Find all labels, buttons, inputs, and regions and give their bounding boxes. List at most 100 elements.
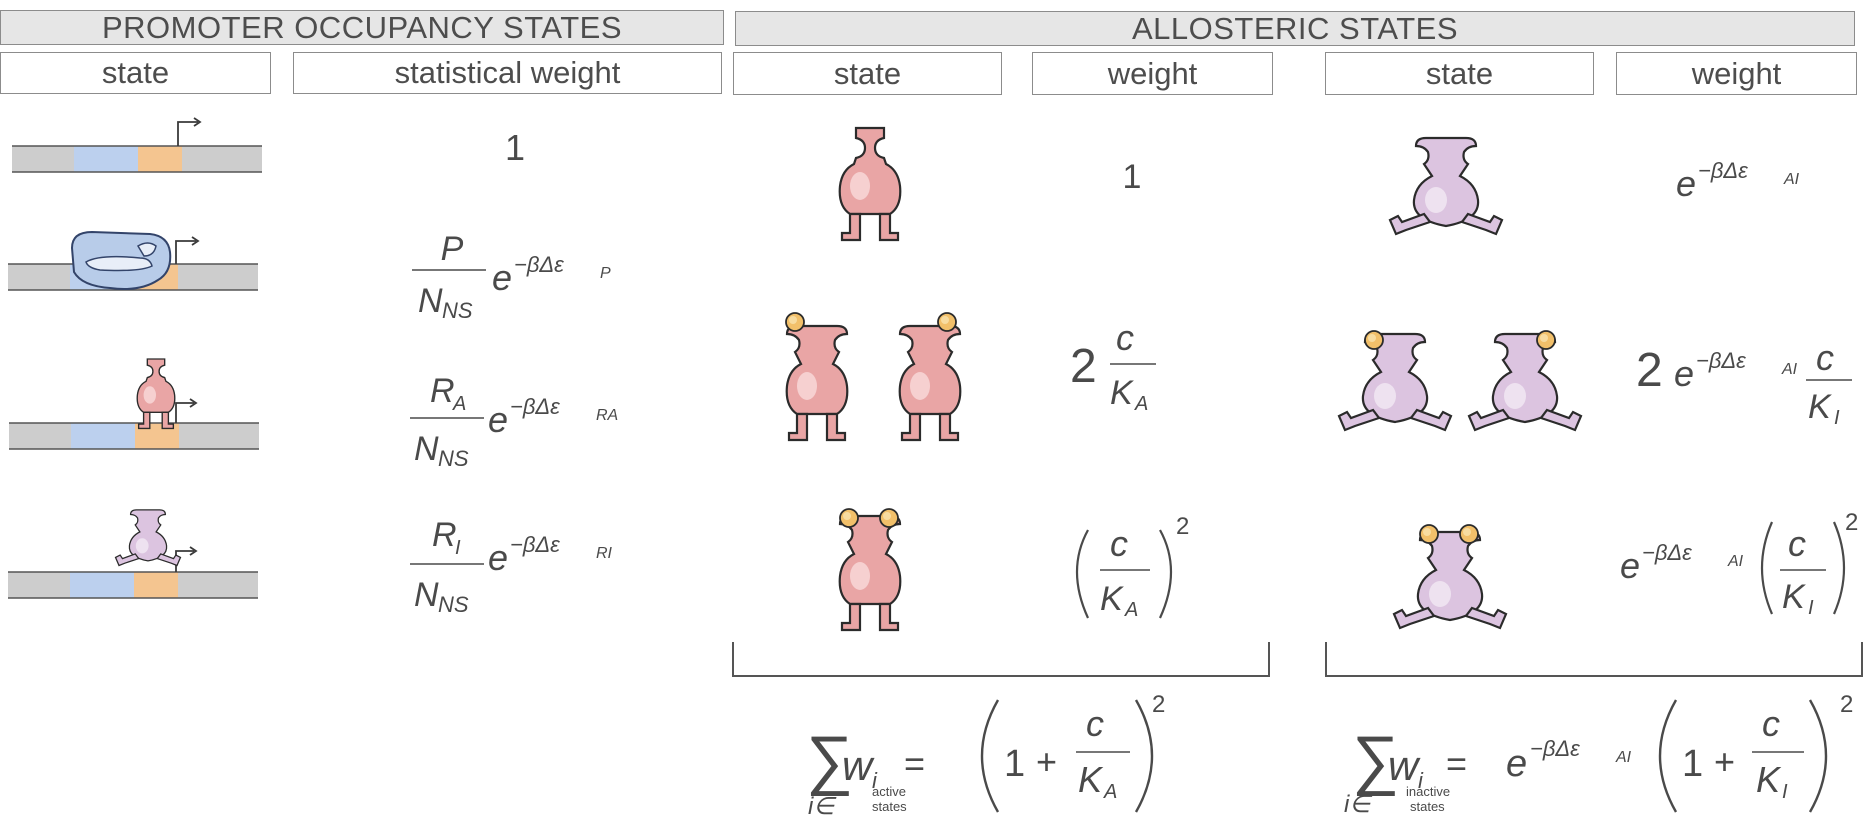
svg-text:c: c — [1116, 317, 1134, 358]
svg-text:P: P — [441, 230, 464, 268]
svg-text:e: e — [1676, 163, 1696, 204]
active-weight-2: 2 c K A — [1070, 317, 1156, 415]
active-sum-equation: ∑ w i = 1 + c K A 2 i∈ active states — [806, 691, 1165, 816]
promoter-state-empty — [11, 117, 263, 173]
svg-text:c: c — [1788, 523, 1806, 564]
svg-text:w: w — [1388, 742, 1421, 789]
inducer-icon — [1459, 524, 1479, 544]
svg-text:w: w — [842, 742, 875, 789]
promoter-state-active-repressor — [8, 358, 260, 450]
svg-text:2: 2 — [1845, 509, 1858, 536]
svg-text:2: 2 — [1840, 691, 1853, 718]
svg-text:K: K — [1100, 580, 1124, 618]
svg-text:active: active — [872, 784, 906, 799]
inactive-two-inducers — [1392, 524, 1508, 630]
svg-text:c: c — [1762, 703, 1780, 744]
svg-text:e: e — [1506, 743, 1527, 785]
svg-text:N: N — [414, 430, 439, 468]
svg-text:R: R — [432, 516, 457, 554]
svg-text:I: I — [1782, 781, 1788, 803]
svg-text:i∈: i∈ — [1344, 791, 1373, 816]
rnap-icon — [70, 230, 172, 290]
inactive-weight-1: e −βΔε AI — [1676, 158, 1800, 204]
svg-text:2: 2 — [1152, 691, 1165, 718]
promoter-state-inactive-repressor — [7, 509, 259, 599]
inactive-repressor-icon — [114, 509, 182, 567]
svg-text:+: + — [1714, 741, 1735, 782]
svg-text:2: 2 — [1070, 340, 1097, 393]
svg-text:K: K — [1078, 759, 1104, 800]
inducer-icon — [1536, 330, 1556, 350]
svg-text:−βΔε: −βΔε — [1696, 348, 1746, 373]
svg-text:P: P — [600, 265, 611, 282]
svg-text:c: c — [1110, 523, 1128, 564]
svg-text:I: I — [1834, 407, 1840, 429]
svg-text:−βΔε: −βΔε — [514, 252, 564, 277]
inactive-bracket — [1325, 642, 1863, 677]
svg-text:1: 1 — [1004, 743, 1025, 785]
svg-text:i∈: i∈ — [808, 793, 837, 816]
svg-text:I: I — [1808, 597, 1814, 619]
svg-text:AI: AI — [1783, 171, 1800, 188]
svg-text:=: = — [904, 743, 925, 784]
svg-text:1: 1 — [1682, 743, 1703, 785]
svg-text:states: states — [872, 799, 907, 814]
svg-text:e: e — [1620, 545, 1640, 586]
inducer-icon — [1364, 330, 1384, 350]
inactive-weight-3: e −βΔε AI c K I 2 — [1620, 509, 1858, 619]
active-bracket — [732, 642, 1270, 677]
inducer-icon — [1419, 524, 1439, 544]
svg-text:=: = — [1446, 743, 1467, 784]
active-repressor-icon — [136, 358, 176, 430]
inducer-icon — [839, 508, 859, 528]
svg-text:A: A — [1124, 599, 1138, 621]
svg-text:−βΔε: −βΔε — [510, 532, 560, 557]
active-repressor-icon — [838, 126, 902, 242]
svg-text:K: K — [1808, 388, 1832, 426]
svg-text:R: R — [430, 372, 455, 410]
active-weight-3: c K A 2 — [1075, 513, 1189, 621]
svg-text:A: A — [1134, 393, 1148, 415]
svg-text:NS: NS — [442, 298, 473, 323]
svg-text:I: I — [455, 537, 461, 559]
svg-text:RI: RI — [596, 545, 613, 562]
svg-text:−βΔε: −βΔε — [1642, 540, 1692, 565]
svg-text:e: e — [1674, 353, 1694, 394]
svg-text:N: N — [418, 282, 443, 320]
inducer-icon — [879, 508, 899, 528]
svg-text:A: A — [452, 393, 466, 415]
svg-text:K: K — [1110, 374, 1134, 412]
inactive-repressor-icon — [1388, 136, 1504, 236]
weight-active-repressor: R A N NS e −βΔε RA — [410, 372, 618, 471]
svg-text:e: e — [488, 537, 508, 578]
inactive-weight-2: 2 e −βΔε AI c K I — [1636, 337, 1852, 429]
svg-text:inactive: inactive — [1406, 784, 1450, 799]
svg-text:2: 2 — [1636, 344, 1663, 397]
svg-text:K: K — [1782, 578, 1806, 616]
active-one-inducer — [785, 312, 962, 442]
svg-text:NS: NS — [438, 592, 469, 617]
inducer-icon — [785, 312, 805, 332]
active-two-inducers — [838, 508, 902, 632]
weight-rnap: P N NS e −βΔε P — [412, 230, 611, 323]
svg-text:A: A — [1103, 781, 1117, 803]
weight-empty: 1 — [505, 127, 525, 168]
svg-text:c: c — [1816, 337, 1834, 378]
svg-text:−βΔε: −βΔε — [1698, 158, 1748, 183]
svg-text:AI: AI — [1781, 361, 1798, 378]
svg-text:+: + — [1036, 741, 1057, 782]
svg-text:RA: RA — [596, 407, 618, 424]
svg-text:states: states — [1410, 799, 1445, 814]
active-weight-1: 1 — [1123, 158, 1142, 196]
weight-inactive-repressor: R I N NS e −βΔε RI — [410, 516, 613, 617]
inactive-one-inducer — [1337, 330, 1583, 432]
svg-text:e: e — [488, 399, 508, 440]
inactive-sum-equation: ∑ w i = e −βΔε AI 1 + c K I 2 i∈ inactiv… — [1344, 691, 1853, 816]
svg-text:c: c — [1086, 703, 1104, 744]
svg-text:2: 2 — [1176, 513, 1189, 540]
svg-text:AI: AI — [1615, 749, 1632, 766]
svg-text:K: K — [1756, 759, 1782, 800]
promoter-state-rnap — [7, 230, 259, 291]
svg-text:N: N — [414, 576, 439, 614]
diagram-canvas: 1 P N NS e −βΔε P R A N NS e −βΔε RA R I… — [7, 117, 1863, 816]
